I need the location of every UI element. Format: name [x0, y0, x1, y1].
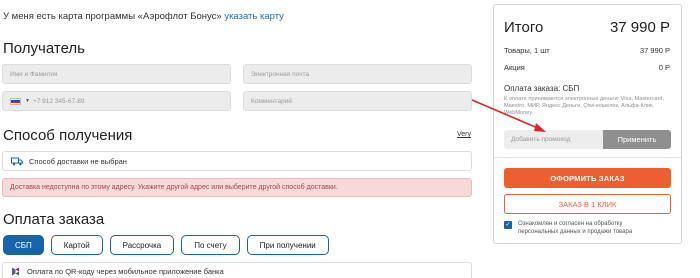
- order-summary-panel: Итого 37 990 Р Товары, 1 шт 37 990 Р Акц…: [493, 4, 682, 244]
- payment-heading: Оплата заказа: [3, 211, 105, 228]
- promo-value: 0 Р: [658, 63, 670, 72]
- comment-field[interactable]: Комментарий: [243, 91, 472, 111]
- place-order-button[interactable]: ОФОРМИТЬ ЗАКАЗ: [504, 168, 671, 188]
- consent-text: Ознакомлен и согласен на обработку персо…: [518, 221, 633, 235]
- items-value: 37 990 Р: [639, 46, 670, 55]
- qr-payment-option[interactable]: Оплата по QR-коду через мобильное прилож…: [2, 262, 472, 278]
- delivery-heading: Способ получения: [3, 127, 133, 144]
- email-placeholder: Электронная почта: [251, 70, 310, 78]
- country-dropdown-icon[interactable]: ▼: [25, 98, 30, 104]
- email-field[interactable]: Электронная почта: [243, 64, 472, 84]
- summary-divider: [494, 157, 681, 158]
- promo-label: Акция: [504, 63, 525, 72]
- comment-placeholder: Комментарий: [251, 97, 292, 105]
- apply-promo-button[interactable]: Применить: [603, 130, 671, 149]
- summary-title: Итого: [504, 19, 544, 36]
- payment-tab-sbp[interactable]: СБП: [3, 235, 44, 255]
- sbp-logo-icon: [12, 267, 19, 276]
- qr-payment-label: Оплата по QR-коду через мобильное прилож…: [27, 267, 224, 276]
- specify-card-link[interactable]: указать карту: [224, 11, 284, 22]
- items-label: Товары, 1 шт: [504, 46, 550, 55]
- russia-flag-icon[interactable]: [10, 97, 21, 105]
- payment-tab-on-delivery[interactable]: При получении: [246, 235, 329, 255]
- payment-tabs: СБП Картой Рассрочка По счету При получе…: [3, 235, 329, 255]
- name-placeholder: Имя и Фамилия: [10, 70, 58, 78]
- delivery-method-label: Способ доставки не выбран: [29, 156, 127, 166]
- delivery-warning-text: Доставка недоступна по этому адресу. Ука…: [10, 184, 338, 191]
- checkbox-checked-icon[interactable]: ✓: [504, 221, 512, 229]
- loyalty-card-text: У меня есть карта программы «Аэрофлот Бо…: [3, 11, 222, 22]
- summary-items-row: Товары, 1 шт 37 990 Р: [504, 46, 670, 55]
- phone-placeholder: +7 912 345-67-89: [32, 97, 85, 105]
- payment-tab-invoice[interactable]: По счету: [181, 235, 240, 255]
- loyalty-card-line: У меня есть карта программы «Аэрофлот Бо…: [3, 11, 284, 22]
- payment-note: К оплате принимаются электронные деньги:…: [504, 96, 665, 116]
- truck-icon: [11, 157, 23, 165]
- payment-tab-card[interactable]: Картой: [50, 235, 103, 255]
- pay-method-label: Оплата заказа: СБП: [504, 84, 580, 93]
- recipient-heading: Получатель: [3, 40, 85, 57]
- phone-field[interactable]: ▼ +7 912 345-67-89: [2, 91, 231, 111]
- consent-row: ✓ Ознакомлен и согласен на обработку пер…: [504, 220, 664, 236]
- delivery-method-select[interactable]: Способ доставки не выбран: [2, 151, 472, 171]
- summary-total: 37 990 Р: [609, 19, 670, 36]
- name-field[interactable]: Имя и Фамилия: [2, 64, 231, 84]
- payment-tab-installment[interactable]: Рассрочка: [109, 235, 175, 255]
- promo-code-placeholder: Добавить промокод: [511, 136, 571, 143]
- promo-code-input[interactable]: Добавить промокод: [504, 130, 603, 149]
- one-click-order-button[interactable]: ЗАКАЗ В 1 КЛИК: [504, 194, 671, 214]
- delivery-warning: Доставка недоступна по этому адресу. Ука…: [2, 178, 472, 197]
- summary-promo-row: Акция 0 Р: [504, 63, 670, 72]
